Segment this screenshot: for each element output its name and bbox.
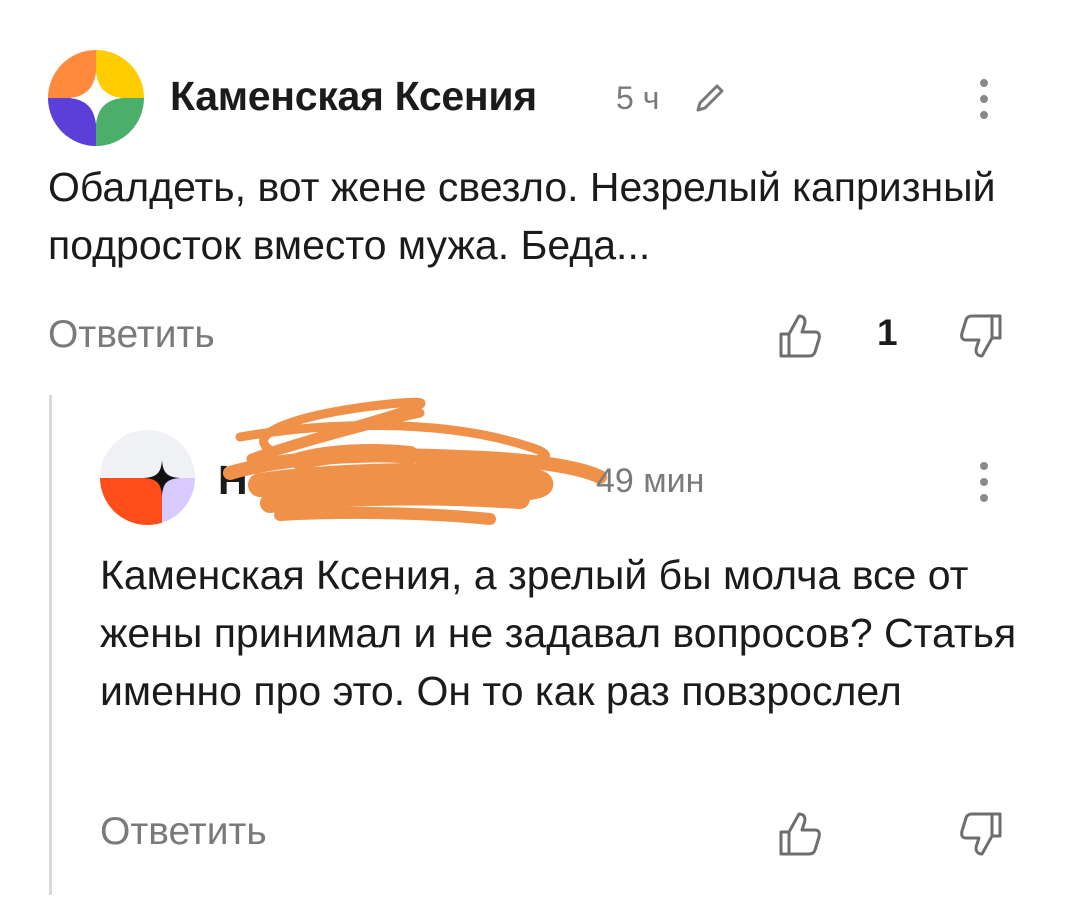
thumbs-down-icon[interactable] [958, 810, 1006, 858]
avatar-image [100, 430, 195, 525]
avatar-image [48, 50, 144, 146]
thumbs-up-icon[interactable] [775, 312, 823, 360]
kebab-menu-icon[interactable] [974, 458, 994, 508]
thread-line [49, 395, 52, 895]
obscured-author: Н [200, 395, 620, 535]
kebab-menu-icon[interactable] [974, 75, 994, 125]
comment-timestamp: 5 ч [616, 80, 660, 116]
comment-author[interactable]: Каменская Ксения [170, 73, 537, 120]
comment-timestamp: 49 мин [596, 462, 705, 500]
comment-text: Обалдеть, вот жене свезло. Незрелый капр… [48, 164, 996, 268]
thumbs-down-icon[interactable] [958, 312, 1006, 360]
reply-button[interactable]: Ответить [48, 313, 215, 357]
comment-text: Каменская Ксения, а зрелый бы молча все … [100, 552, 1017, 714]
pencil-icon [696, 84, 724, 112]
avatar[interactable] [48, 50, 144, 146]
reply-button[interactable]: Ответить [100, 810, 267, 854]
thumbs-up-icon[interactable] [775, 810, 823, 858]
scribble-overlay [223, 397, 607, 525]
like-count: 1 [877, 312, 898, 353]
avatar[interactable] [100, 430, 195, 525]
